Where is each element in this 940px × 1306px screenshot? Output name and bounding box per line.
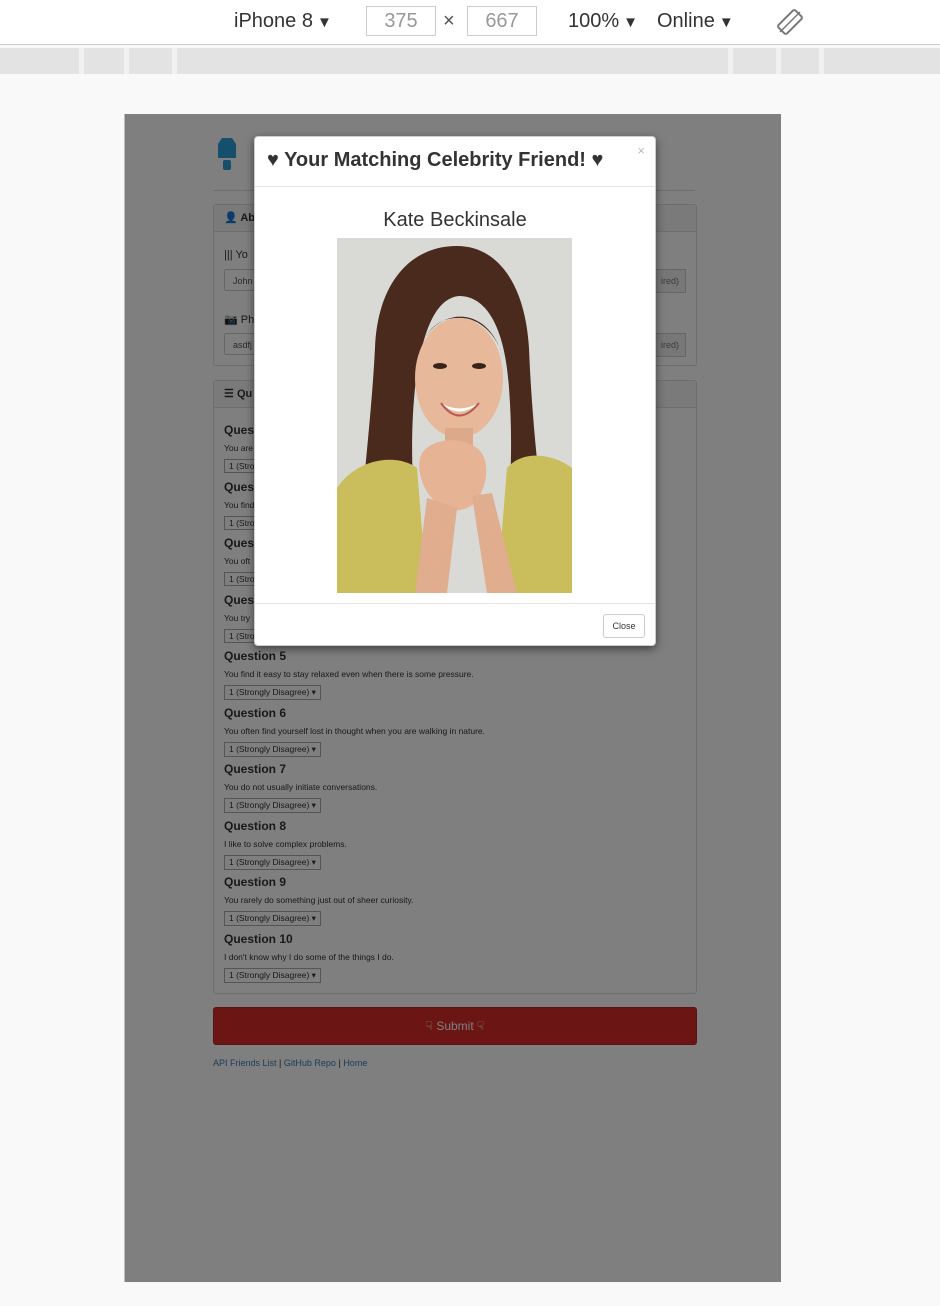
- rotate-icon[interactable]: [776, 8, 804, 36]
- modal-header: ♥ Your Matching Celebrity Friend! ♥ ×: [255, 137, 655, 187]
- media-segment[interactable]: [177, 48, 728, 74]
- modal-title-text: Your Matching Celebrity Friend!: [284, 149, 586, 171]
- celebrity-photo: [337, 238, 572, 593]
- match-modal: ♥ Your Matching Celebrity Friend! ♥ × Ka…: [254, 136, 656, 646]
- close-icon[interactable]: ×: [637, 143, 645, 158]
- close-button[interactable]: Close: [603, 614, 645, 638]
- media-segment[interactable]: [0, 48, 79, 74]
- chevron-down-icon: ▼: [718, 14, 734, 31]
- heart-icon: ♥: [267, 149, 279, 171]
- width-input[interactable]: 375: [366, 6, 436, 36]
- modal-footer: Close: [255, 603, 655, 646]
- height-input[interactable]: 667: [467, 6, 537, 36]
- media-segment[interactable]: [824, 48, 940, 74]
- media-segment[interactable]: [733, 48, 776, 74]
- modal-title: ♥ Your Matching Celebrity Friend! ♥: [267, 149, 603, 172]
- zoom-label: 100%: [568, 10, 620, 32]
- device-toolbar: iPhone 8 ▼ 375 × 667 100% ▼ Online ▼: [0, 0, 940, 45]
- media-segment[interactable]: [129, 48, 172, 74]
- network-select[interactable]: Online ▼: [657, 10, 734, 33]
- media-segment[interactable]: [781, 48, 819, 74]
- heart-icon: ♥: [591, 149, 604, 171]
- friend-name: Kate Beckinsale: [383, 209, 527, 231]
- device-label: iPhone 8: [234, 10, 313, 32]
- media-segment[interactable]: [84, 48, 124, 74]
- device-select[interactable]: iPhone 8 ▼: [234, 10, 332, 33]
- chevron-down-icon: ▼: [316, 14, 332, 31]
- dimension-separator: ×: [443, 10, 455, 32]
- network-label: Online: [657, 10, 715, 32]
- zoom-select[interactable]: 100% ▼: [568, 10, 638, 33]
- chevron-down-icon: ▼: [623, 14, 639, 31]
- device-viewport: 👤 Abo ||| Yo John ired) 📷 Ph asdfj ired)…: [124, 114, 781, 1282]
- media-query-bar: [0, 48, 940, 74]
